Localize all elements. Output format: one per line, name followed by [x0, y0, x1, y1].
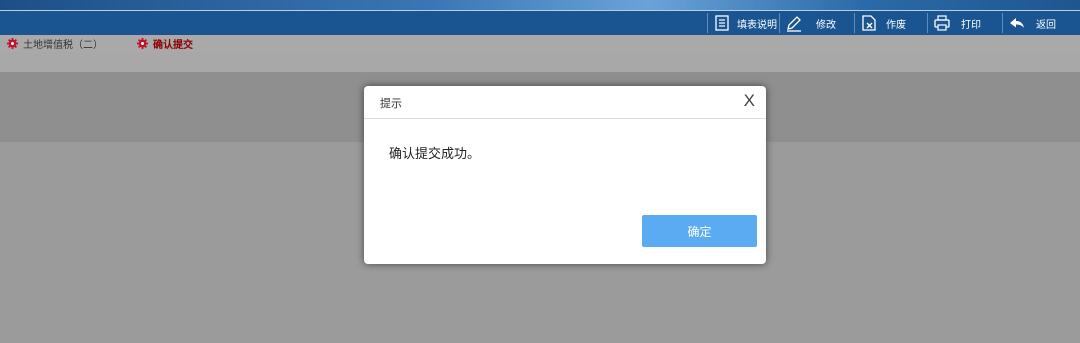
- gear-icon: [137, 38, 148, 49]
- alert-dialog: 提示 X 确认提交成功。 确定: [364, 86, 766, 264]
- toolbar-print-button[interactable]: 打印: [927, 11, 1002, 35]
- toolbar-item-label: 作废: [886, 19, 906, 31]
- dialog-header: 提示 X: [364, 86, 766, 119]
- toolbar-void-button[interactable]: 作废: [854, 11, 927, 35]
- gear-icon: [7, 38, 18, 49]
- breadcrumb-label: 确认提交: [153, 40, 193, 51]
- breadcrumb: 土地增值税（二） 确认提交: [0, 35, 1080, 52]
- toolbar-separator: [927, 13, 928, 33]
- breadcrumb-item-land-vat[interactable]: 土地增值税（二）: [7, 36, 103, 51]
- breadcrumb-label: 土地增值税（二）: [23, 40, 103, 51]
- toolbar-separator: [707, 13, 708, 33]
- toolbar-separator: [1002, 13, 1003, 33]
- toolbar: 填表说明 修改 作废 打印 返回: [0, 11, 1080, 35]
- dialog-close-button[interactable]: X: [744, 91, 755, 111]
- toolbar-item-label: 填表说明: [737, 19, 777, 31]
- overlay-band: [0, 52, 1080, 72]
- back-arrow-icon: [1008, 14, 1026, 32]
- dialog-title: 提示: [380, 97, 402, 110]
- dialog-message: 确认提交成功。: [389, 147, 481, 162]
- pencil-icon: [785, 14, 803, 32]
- header-banner: [0, 0, 1080, 10]
- document-icon: [713, 14, 731, 32]
- toolbar-separator: [854, 13, 855, 33]
- printer-icon: [933, 14, 951, 32]
- void-document-icon: [860, 14, 878, 32]
- toolbar-edit-button[interactable]: 修改: [779, 11, 854, 35]
- toolbar-back-button[interactable]: 返回: [1002, 11, 1080, 35]
- toolbar-separator: [779, 13, 780, 33]
- ok-button[interactable]: 确定: [642, 215, 757, 247]
- breadcrumb-item-confirm-submit[interactable]: 确认提交: [137, 36, 193, 51]
- toolbar-item-label: 打印: [961, 19, 981, 31]
- toolbar-item-label: 修改: [816, 19, 836, 31]
- toolbar-item-label: 返回: [1036, 19, 1056, 31]
- toolbar-fill-instructions-button[interactable]: 填表说明: [707, 11, 779, 35]
